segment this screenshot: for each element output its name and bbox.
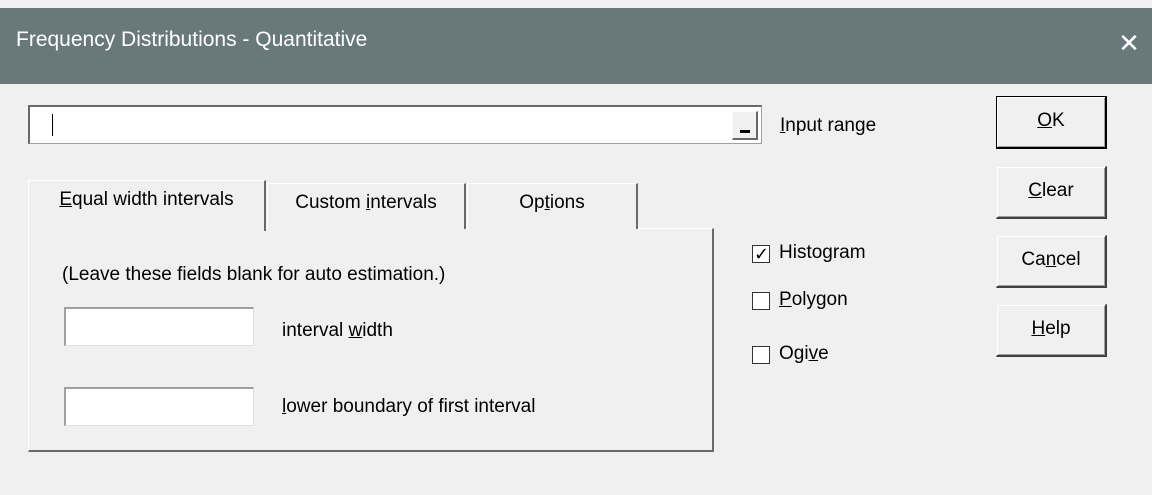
interval-width-input[interactable] (64, 307, 254, 346)
range-select-button[interactable] (732, 111, 758, 140)
tab-options[interactable]: Options (467, 183, 638, 229)
auto-estimation-hint: (Leave these fields blank for auto estim… (62, 264, 446, 285)
checkmark-icon: ✓ (754, 244, 770, 264)
input-range-label: Input range (780, 115, 877, 136)
polygon-label: Polygon (779, 289, 848, 310)
tab-custom-intervals[interactable]: Custom intervals (267, 183, 466, 229)
checkbox-box (752, 292, 770, 310)
clear-button[interactable]: Clear (996, 166, 1107, 219)
input-range-field[interactable] (28, 105, 762, 144)
title-bar: Frequency Distributions - Quantitative ✕ (0, 0, 1152, 84)
ogive-label: Ogive (779, 343, 829, 364)
ok-button[interactable]: OK (996, 96, 1107, 149)
help-button[interactable]: Help (996, 304, 1107, 357)
window-title: Frequency Distributions - Quantitative (16, 28, 368, 51)
cancel-button[interactable]: Cancel (996, 235, 1107, 288)
checkbox-box (752, 346, 770, 364)
lower-boundary-label: lower boundary of first interval (282, 396, 536, 417)
lower-boundary-input[interactable] (64, 387, 254, 426)
histogram-label: Histogram (779, 242, 866, 263)
close-icon[interactable]: ✕ (1106, 8, 1152, 84)
text-caret (52, 114, 53, 136)
collapse-icon (740, 130, 750, 133)
interval-width-label: interval width (282, 320, 393, 341)
checkbox-box: ✓ (752, 244, 770, 264)
tab-equal-width-intervals[interactable]: Equal width intervals (28, 180, 266, 231)
